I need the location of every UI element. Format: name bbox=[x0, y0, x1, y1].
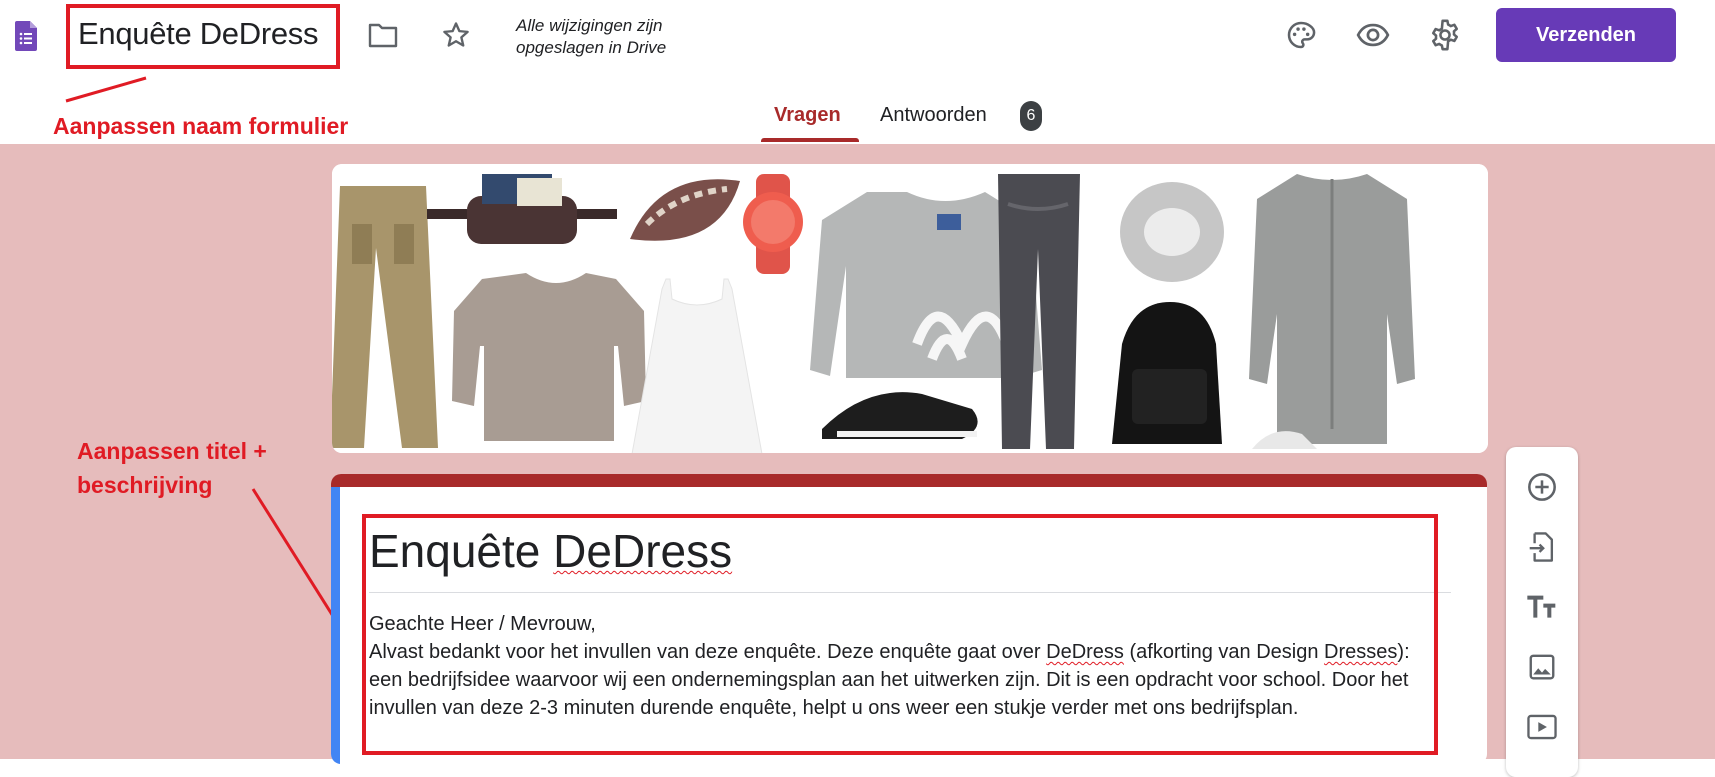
add-video-icon bbox=[1527, 714, 1557, 740]
title-description-highlight-box bbox=[362, 514, 1438, 755]
eye-icon bbox=[1356, 23, 1390, 47]
preview-button[interactable] bbox=[1356, 18, 1390, 52]
move-to-folder-button[interactable] bbox=[366, 18, 400, 52]
annotation-edit-title: Aanpassen titel + beschrijving bbox=[77, 434, 267, 502]
add-image-icon bbox=[1529, 654, 1555, 680]
add-image-button[interactable] bbox=[1526, 651, 1558, 683]
clothing-collage-image bbox=[332, 164, 1488, 453]
annotation-edit-title-line1: Aanpassen titel + bbox=[77, 438, 267, 464]
annotation-edit-title-line2: beschrijving bbox=[77, 472, 213, 498]
folder-icon bbox=[368, 23, 398, 48]
card-focus-indicator bbox=[331, 487, 340, 764]
customize-theme-button[interactable] bbox=[1284, 18, 1318, 52]
star-icon bbox=[443, 22, 469, 47]
header-image[interactable] bbox=[332, 164, 1488, 453]
responses-count-badge: 6 bbox=[1020, 101, 1042, 131]
save-status-line1: Alle wijzigingen zijn bbox=[516, 16, 663, 35]
active-tab-indicator bbox=[761, 138, 859, 142]
add-question-button[interactable] bbox=[1526, 471, 1558, 503]
add-video-button[interactable] bbox=[1526, 711, 1558, 743]
google-forms-logo-icon[interactable] bbox=[15, 21, 37, 51]
tab-questions[interactable]: Vragen bbox=[774, 104, 841, 127]
card-theme-bar bbox=[331, 474, 1487, 487]
palette-icon bbox=[1287, 21, 1316, 49]
add-question-icon bbox=[1528, 473, 1556, 501]
add-title-button[interactable] bbox=[1526, 591, 1558, 623]
save-status-line2: opgeslagen in Drive bbox=[516, 38, 667, 57]
import-questions-button[interactable] bbox=[1526, 531, 1558, 563]
send-button[interactable]: Verzenden bbox=[1496, 8, 1676, 62]
floating-toolbar bbox=[1506, 447, 1578, 777]
add-title-icon bbox=[1527, 595, 1556, 618]
top-bar: Enquête DeDress Alle wijzigingen zijn op… bbox=[0, 0, 1715, 144]
import-questions-icon bbox=[1529, 532, 1554, 562]
save-status: Alle wijzigingen zijn opgeslagen in Driv… bbox=[516, 15, 716, 59]
gear-icon bbox=[1431, 19, 1459, 51]
tab-responses[interactable]: Antwoorden bbox=[880, 104, 987, 127]
star-button[interactable] bbox=[439, 18, 473, 52]
tab-bar: Vragen Antwoorden 6 bbox=[0, 100, 1715, 144]
settings-button[interactable] bbox=[1428, 18, 1462, 52]
form-name-highlight-box bbox=[66, 4, 340, 69]
